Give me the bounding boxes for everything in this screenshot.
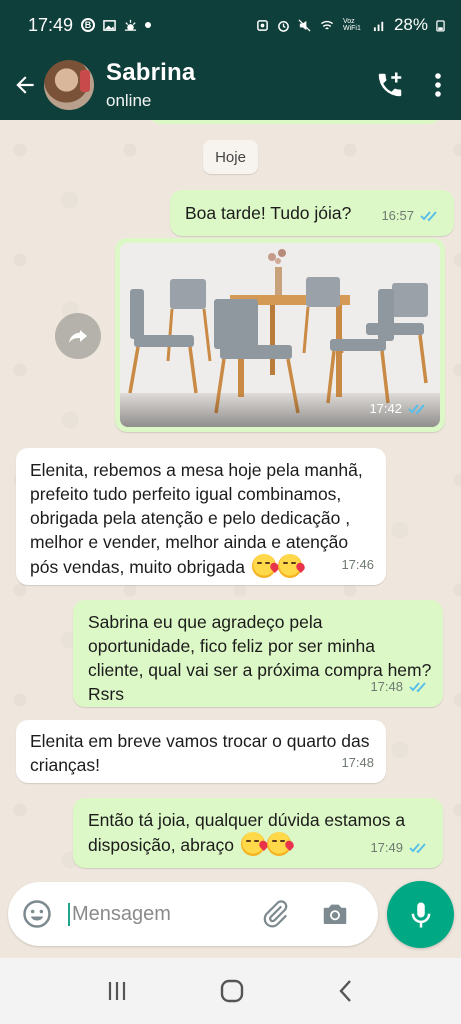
message-text: Boa tarde! Tudo jóia? bbox=[185, 203, 352, 223]
notification-b-icon: B bbox=[81, 18, 96, 32]
read-ticks-icon bbox=[409, 843, 426, 854]
read-ticks-icon bbox=[420, 211, 437, 222]
battery-level: 28% bbox=[393, 15, 428, 34]
message-text: Elenita em breve vamos trocar o quarto d… bbox=[30, 731, 370, 775]
previous-message-bubble bbox=[150, 120, 440, 124]
forward-icon bbox=[69, 330, 87, 343]
kiss-emoji-icon bbox=[277, 554, 302, 578]
message-composer bbox=[8, 882, 378, 946]
battery-icon bbox=[436, 19, 445, 32]
add-call-button[interactable] bbox=[375, 70, 405, 100]
emoji-button[interactable] bbox=[22, 899, 52, 929]
avatar[interactable] bbox=[44, 60, 94, 110]
contact-status: online bbox=[106, 91, 152, 110]
message-time: 17:42 bbox=[369, 401, 402, 416]
outgoing-image-message[interactable]: 17:42 bbox=[115, 238, 445, 432]
forward-button[interactable] bbox=[55, 313, 101, 359]
outgoing-message[interactable]: Sabrina eu que agradeço pela oportunidad… bbox=[73, 600, 443, 707]
attach-button[interactable] bbox=[260, 899, 290, 929]
dining-table-photo[interactable]: 17:42 bbox=[120, 243, 440, 427]
message-body: Elenita, rebemos a mesa hoje pela manhã,… bbox=[30, 458, 380, 579]
system-nav-bar bbox=[0, 958, 461, 1024]
status-time: 17:49 bbox=[28, 14, 74, 35]
nav-back-button[interactable] bbox=[335, 978, 357, 1004]
nav-home-button[interactable] bbox=[218, 977, 246, 1005]
signal-icon bbox=[373, 21, 384, 31]
message-time: 16:57 bbox=[381, 208, 414, 223]
chat-header: Sabrina online bbox=[0, 50, 461, 120]
voice-record-button[interactable] bbox=[387, 881, 454, 948]
nav-home-icon bbox=[221, 979, 244, 1003]
date-divider: Hoje bbox=[203, 140, 258, 174]
contact-name: Sabrina bbox=[106, 59, 196, 86]
back-arrow-icon bbox=[16, 76, 34, 94]
kiss-emoji-icon bbox=[240, 832, 265, 856]
mute-icon bbox=[298, 18, 311, 32]
more-options-button[interactable] bbox=[433, 72, 443, 98]
outgoing-message[interactable]: Boa tarde! Tudo jóia? 16:57 bbox=[170, 190, 454, 236]
chat-area[interactable]: Hoje Boa tarde! Tudo jóia? 16:57 17:42 E… bbox=[0, 120, 461, 880]
wifi-icon bbox=[320, 20, 334, 29]
outgoing-message[interactable]: Então tá joia, qualquer dúvida estamos a… bbox=[73, 798, 443, 868]
incoming-message[interactable]: Elenita em breve vamos trocar o quarto d… bbox=[16, 720, 386, 783]
camera-button[interactable] bbox=[320, 899, 350, 929]
kiss-emoji-icon bbox=[266, 832, 291, 856]
emoji-icon bbox=[23, 900, 51, 928]
message-input[interactable] bbox=[68, 902, 238, 926]
gallery-icon bbox=[103, 19, 116, 31]
message-time: 17:46 bbox=[341, 557, 374, 572]
more-notifications-icon bbox=[145, 22, 152, 28]
message-text: Elenita, rebemos a mesa hoje pela manhã,… bbox=[30, 460, 363, 577]
read-ticks-icon bbox=[409, 682, 426, 693]
mic-icon bbox=[411, 902, 430, 927]
nav-back-icon bbox=[339, 980, 351, 1002]
weather-icon bbox=[124, 19, 137, 31]
message-time: 17:48 bbox=[341, 755, 374, 770]
nav-recents-button[interactable] bbox=[104, 978, 130, 1004]
add-call-icon bbox=[378, 72, 402, 97]
contact-info[interactable]: Sabrina online bbox=[106, 59, 195, 111]
clock-alarm-icon bbox=[278, 20, 289, 32]
incoming-message[interactable]: Elenita, rebemos a mesa hoje pela manhã,… bbox=[16, 448, 386, 585]
voz-wifi-label: Voz WiFi1 bbox=[342, 18, 361, 32]
message-time: 17:48 bbox=[370, 679, 403, 694]
attach-icon bbox=[263, 900, 288, 928]
message-time: 17:49 bbox=[370, 840, 403, 855]
camera-icon bbox=[323, 904, 347, 924]
kiss-emoji-icon bbox=[251, 554, 276, 578]
nav-recents-icon bbox=[109, 982, 126, 1000]
more-vert-icon bbox=[435, 73, 441, 97]
back-button[interactable] bbox=[4, 64, 46, 106]
alarm-icon bbox=[257, 19, 268, 31]
status-bar: 17:49 B Voz WiFi1 28% bbox=[0, 0, 461, 50]
read-ticks-icon bbox=[408, 404, 425, 415]
